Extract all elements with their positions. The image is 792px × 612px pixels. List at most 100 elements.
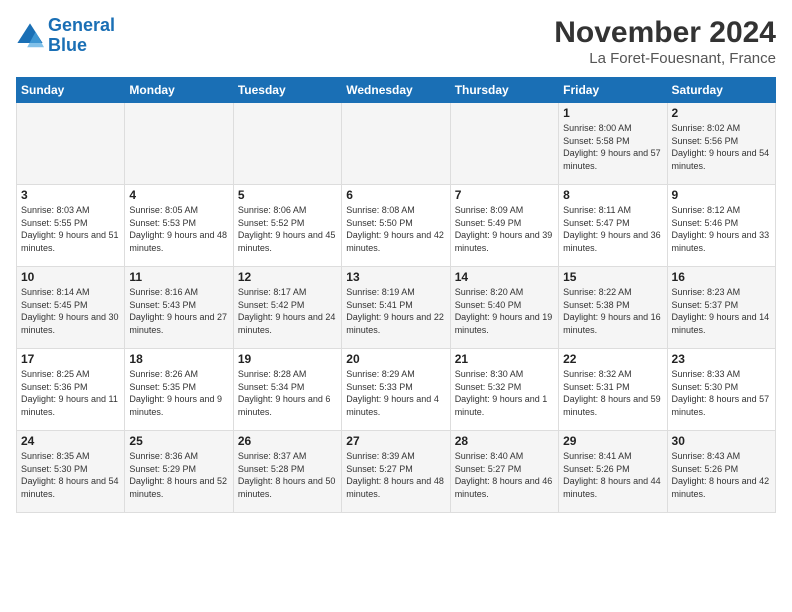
day-number: 10 bbox=[21, 270, 120, 284]
day-info: Sunrise: 8:26 AMSunset: 5:35 PMDaylight:… bbox=[129, 368, 228, 418]
day-info: Sunrise: 8:25 AMSunset: 5:36 PMDaylight:… bbox=[21, 368, 120, 418]
calendar-cell: 27 Sunrise: 8:39 AMSunset: 5:27 PMDayligh… bbox=[342, 431, 450, 513]
calendar-cell bbox=[450, 103, 558, 185]
calendar-cell: 5 Sunrise: 8:06 AMSunset: 5:52 PMDaylight… bbox=[233, 185, 341, 267]
header: General Blue November 2024 La Foret-Foue… bbox=[16, 16, 776, 67]
col-saturday: Saturday bbox=[667, 78, 775, 103]
calendar-cell: 8Sunrise: 8:11 AMSunset: 5:47 PMDaylight… bbox=[559, 185, 667, 267]
calendar-week-row: 1Sunrise: 8:00 AMSunset: 5:58 PMDaylight… bbox=[17, 103, 776, 185]
day-number: 11 bbox=[129, 270, 228, 284]
day-number: 7 bbox=[455, 188, 554, 202]
day-info: Sunrise: 8:16 AMSunset: 5:43 PMDaylight:… bbox=[129, 286, 228, 336]
day-info: Sunrise: 8:43 AMSunset: 5:26 PMDaylight:… bbox=[672, 450, 771, 500]
calendar-cell: 13 Sunrise: 8:19 AMSunset: 5:41 PMDayligh… bbox=[342, 267, 450, 349]
calendar-cell: 14 Sunrise: 8:20 AMSunset: 5:40 PMDayligh… bbox=[450, 267, 558, 349]
day-number: 13 bbox=[346, 270, 445, 284]
title-area: November 2024 La Foret-Fouesnant, France bbox=[554, 16, 776, 67]
day-info: Sunrise: 8:08 AMSunset: 5:50 PMDaylight:… bbox=[346, 204, 445, 254]
day-number: 19 bbox=[238, 352, 337, 366]
day-number: 20 bbox=[346, 352, 445, 366]
calendar-cell: 29Sunrise: 8:41 AMSunset: 5:26 PMDayligh… bbox=[559, 431, 667, 513]
calendar-cell bbox=[342, 103, 450, 185]
calendar-cell: 24Sunrise: 8:35 AMSunset: 5:30 PMDayligh… bbox=[17, 431, 125, 513]
day-info: Sunrise: 8:19 AMSunset: 5:41 PMDaylight:… bbox=[346, 286, 445, 336]
calendar-cell: 7 Sunrise: 8:09 AMSunset: 5:49 PMDaylight… bbox=[450, 185, 558, 267]
day-info: Sunrise: 8:40 AMSunset: 5:27 PMDaylight:… bbox=[455, 450, 554, 500]
day-number: 27 bbox=[346, 434, 445, 448]
calendar-cell: 15Sunrise: 8:22 AMSunset: 5:38 PMDayligh… bbox=[559, 267, 667, 349]
calendar-cell: 17 Sunrise: 8:25 AMSunset: 5:36 PMDayligh… bbox=[17, 349, 125, 431]
calendar-cell: 6 Sunrise: 8:08 AMSunset: 5:50 PMDaylight… bbox=[342, 185, 450, 267]
calendar-week-row: 10Sunrise: 8:14 AMSunset: 5:45 PMDayligh… bbox=[17, 267, 776, 349]
day-number: 12 bbox=[238, 270, 337, 284]
calendar-cell: 18Sunrise: 8:26 AMSunset: 5:35 PMDayligh… bbox=[125, 349, 233, 431]
day-info: Sunrise: 8:03 AMSunset: 5:55 PMDaylight:… bbox=[21, 204, 120, 254]
calendar-cell: 1Sunrise: 8:00 AMSunset: 5:58 PMDaylight… bbox=[559, 103, 667, 185]
day-info: Sunrise: 8:22 AMSunset: 5:38 PMDaylight:… bbox=[563, 286, 662, 336]
day-info: Sunrise: 8:36 AMSunset: 5:29 PMDaylight:… bbox=[129, 450, 228, 500]
logo: General Blue bbox=[16, 16, 115, 56]
calendar-cell bbox=[17, 103, 125, 185]
day-info: Sunrise: 8:37 AMSunset: 5:28 PMDaylight:… bbox=[238, 450, 337, 500]
day-number: 28 bbox=[455, 434, 554, 448]
calendar-cell: 23 Sunrise: 8:33 AMSunset: 5:30 PMDayligh… bbox=[667, 349, 775, 431]
calendar-body: 1Sunrise: 8:00 AMSunset: 5:58 PMDaylight… bbox=[17, 103, 776, 513]
day-number: 5 bbox=[238, 188, 337, 202]
calendar-cell bbox=[125, 103, 233, 185]
calendar-cell: 26Sunrise: 8:37 AMSunset: 5:28 PMDayligh… bbox=[233, 431, 341, 513]
calendar-week-row: 24Sunrise: 8:35 AMSunset: 5:30 PMDayligh… bbox=[17, 431, 776, 513]
month-title: November 2024 bbox=[554, 16, 776, 50]
day-number: 21 bbox=[455, 352, 554, 366]
calendar-week-row: 17 Sunrise: 8:25 AMSunset: 5:36 PMDayligh… bbox=[17, 349, 776, 431]
day-info: Sunrise: 8:23 AMSunset: 5:37 PMDaylight:… bbox=[672, 286, 771, 336]
day-info: Sunrise: 8:02 AMSunset: 5:56 PMDaylight:… bbox=[672, 122, 771, 172]
calendar-header: Sunday Monday Tuesday Wednesday Thursday… bbox=[17, 78, 776, 103]
col-thursday: Thursday bbox=[450, 78, 558, 103]
day-number: 6 bbox=[346, 188, 445, 202]
day-number: 25 bbox=[129, 434, 228, 448]
day-number: 23 bbox=[672, 352, 771, 366]
header-row: Sunday Monday Tuesday Wednesday Thursday… bbox=[17, 78, 776, 103]
calendar-cell bbox=[233, 103, 341, 185]
day-info: Sunrise: 8:30 AMSunset: 5:32 PMDaylight:… bbox=[455, 368, 554, 418]
day-info: Sunrise: 8:05 AMSunset: 5:53 PMDaylight:… bbox=[129, 204, 228, 254]
day-info: Sunrise: 8:33 AMSunset: 5:30 PMDaylight:… bbox=[672, 368, 771, 418]
calendar-cell: 28 Sunrise: 8:40 AMSunset: 5:27 PMDayligh… bbox=[450, 431, 558, 513]
day-info: Sunrise: 8:06 AMSunset: 5:52 PMDaylight:… bbox=[238, 204, 337, 254]
day-number: 1 bbox=[563, 106, 662, 120]
page: General Blue November 2024 La Foret-Foue… bbox=[0, 0, 792, 612]
calendar-cell: 21 Sunrise: 8:30 AMSunset: 5:32 PMDayligh… bbox=[450, 349, 558, 431]
col-tuesday: Tuesday bbox=[233, 78, 341, 103]
calendar-cell: 19 Sunrise: 8:28 AMSunset: 5:34 PMDayligh… bbox=[233, 349, 341, 431]
calendar-cell: 10Sunrise: 8:14 AMSunset: 5:45 PMDayligh… bbox=[17, 267, 125, 349]
day-info: Sunrise: 8:32 AMSunset: 5:31 PMDaylight:… bbox=[563, 368, 662, 418]
calendar-table: Sunday Monday Tuesday Wednesday Thursday… bbox=[16, 77, 776, 513]
calendar-week-row: 3 Sunrise: 8:03 AMSunset: 5:55 PMDaylight… bbox=[17, 185, 776, 267]
day-info: Sunrise: 8:39 AMSunset: 5:27 PMDaylight:… bbox=[346, 450, 445, 500]
calendar-cell: 11 Sunrise: 8:16 AMSunset: 5:43 PMDayligh… bbox=[125, 267, 233, 349]
location-title: La Foret-Fouesnant, France bbox=[554, 50, 776, 67]
calendar-cell: 16 Sunrise: 8:23 AMSunset: 5:37 PMDayligh… bbox=[667, 267, 775, 349]
day-info: Sunrise: 8:35 AMSunset: 5:30 PMDaylight:… bbox=[21, 450, 120, 500]
calendar-cell: 30Sunrise: 8:43 AMSunset: 5:26 PMDayligh… bbox=[667, 431, 775, 513]
day-number: 17 bbox=[21, 352, 120, 366]
col-wednesday: Wednesday bbox=[342, 78, 450, 103]
logo-text: General Blue bbox=[48, 16, 115, 56]
day-number: 9 bbox=[672, 188, 771, 202]
day-info: Sunrise: 8:20 AMSunset: 5:40 PMDaylight:… bbox=[455, 286, 554, 336]
calendar-cell: 4 Sunrise: 8:05 AMSunset: 5:53 PMDaylight… bbox=[125, 185, 233, 267]
calendar-cell: 3 Sunrise: 8:03 AMSunset: 5:55 PMDaylight… bbox=[17, 185, 125, 267]
calendar-cell: 25 Sunrise: 8:36 AMSunset: 5:29 PMDayligh… bbox=[125, 431, 233, 513]
day-info: Sunrise: 8:28 AMSunset: 5:34 PMDaylight:… bbox=[238, 368, 337, 418]
day-info: Sunrise: 8:09 AMSunset: 5:49 PMDaylight:… bbox=[455, 204, 554, 254]
col-monday: Monday bbox=[125, 78, 233, 103]
day-number: 16 bbox=[672, 270, 771, 284]
day-number: 3 bbox=[21, 188, 120, 202]
day-number: 14 bbox=[455, 270, 554, 284]
day-number: 29 bbox=[563, 434, 662, 448]
logo-icon bbox=[16, 22, 44, 50]
day-number: 4 bbox=[129, 188, 228, 202]
calendar-cell: 2Sunrise: 8:02 AMSunset: 5:56 PMDaylight… bbox=[667, 103, 775, 185]
day-info: Sunrise: 8:17 AMSunset: 5:42 PMDaylight:… bbox=[238, 286, 337, 336]
calendar-cell: 20Sunrise: 8:29 AMSunset: 5:33 PMDayligh… bbox=[342, 349, 450, 431]
